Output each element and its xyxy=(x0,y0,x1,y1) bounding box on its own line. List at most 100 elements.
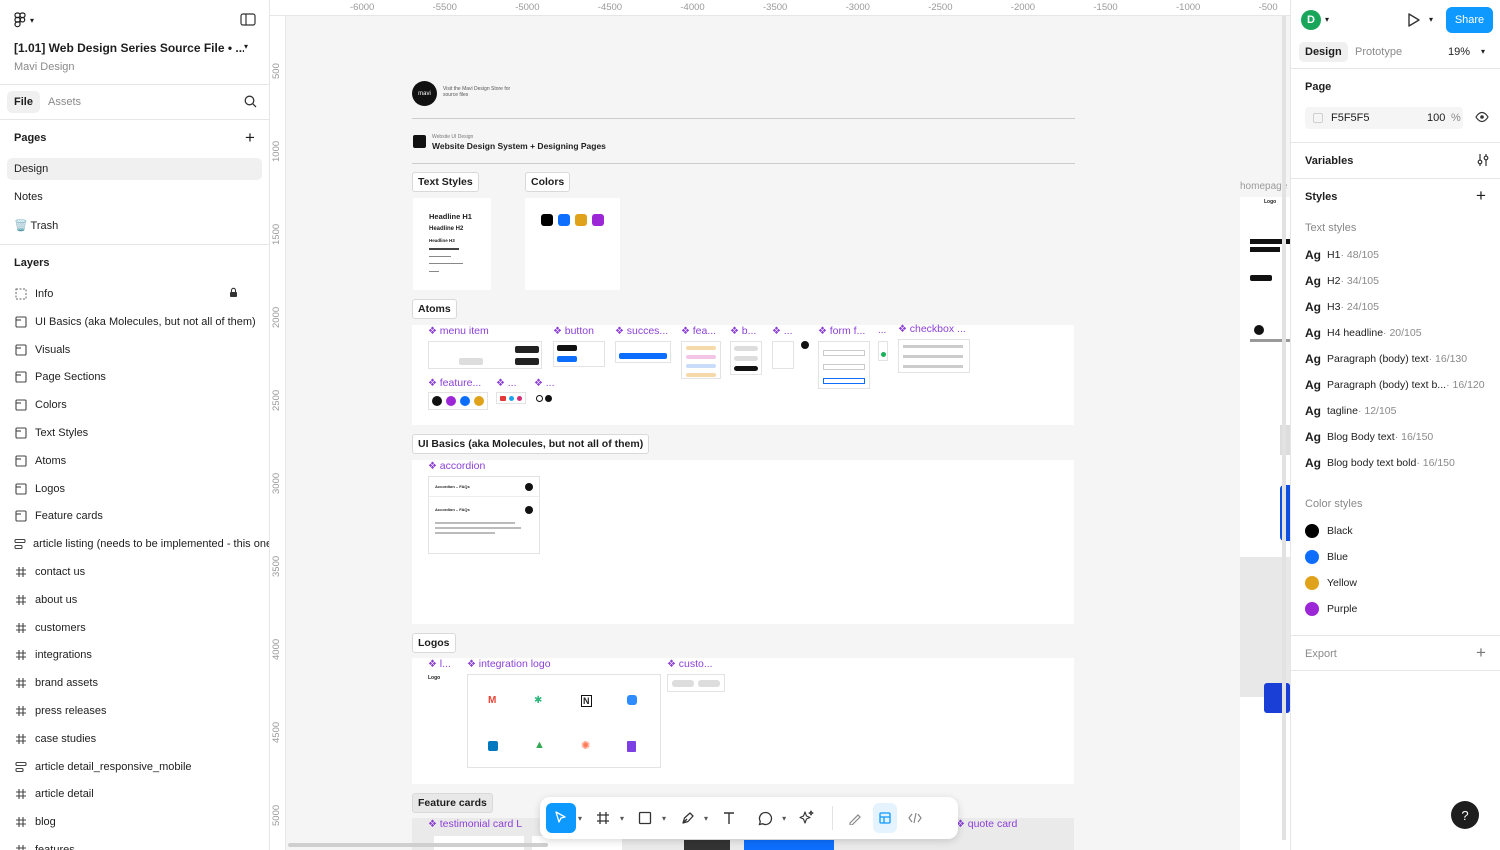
component-checkbox[interactable]: checkbox ... xyxy=(898,323,966,335)
component-integration-logo[interactable]: integration logo xyxy=(467,658,551,670)
layer-item[interactable]: Page Sections xyxy=(0,363,269,391)
design-mode-button[interactable] xyxy=(873,803,898,833)
draw-mode-button[interactable] xyxy=(843,803,867,833)
layer-item[interactable]: customers xyxy=(0,614,269,642)
checkbox-mini[interactable] xyxy=(878,341,888,361)
text-style-item[interactable]: Ag Blog body text bold · 16/150 xyxy=(1305,453,1455,473)
component-quote-card[interactable]: quote card xyxy=(956,818,1018,830)
component-accordion[interactable]: accordion xyxy=(428,460,486,472)
add-style-icon[interactable]: + xyxy=(1476,186,1486,206)
dev-mode-button[interactable] xyxy=(903,803,927,833)
text-style-item[interactable]: Ag H4 headline · 20/105 xyxy=(1305,323,1422,343)
layer-item[interactable]: brand assets xyxy=(0,669,269,697)
pen-tool[interactable] xyxy=(672,803,702,833)
customer-logo-preview[interactable] xyxy=(667,674,725,692)
layer-item[interactable]: about us xyxy=(0,586,269,614)
success-preview[interactable] xyxy=(615,341,671,363)
text-style-item[interactable]: Ag Paragraph (body) text · 16/130 xyxy=(1305,349,1467,369)
tab-assets[interactable]: Assets xyxy=(48,96,81,108)
comment-tool[interactable] xyxy=(750,803,780,833)
component-dots-b[interactable]: ... xyxy=(878,325,886,336)
layer-item[interactable]: case studies xyxy=(0,725,269,753)
icons-preview[interactable] xyxy=(534,392,556,404)
layer-item[interactable]: Feature cards xyxy=(0,502,269,530)
page-item-trash[interactable]: 🗑️ Trash xyxy=(14,219,58,232)
chevron-down-icon[interactable]: ▾ xyxy=(1481,47,1485,56)
homepage-frame-label[interactable]: homepage xyxy=(1240,181,1287,192)
section-label-text-styles[interactable]: Text Styles xyxy=(412,172,479,192)
integration-logo-preview[interactable]: M ✱ N ▲ ✺ xyxy=(467,674,661,768)
component-success[interactable]: succes... xyxy=(615,325,668,337)
icon-preview[interactable] xyxy=(801,341,809,349)
component-testimonial-card[interactable]: testimonial card L xyxy=(428,818,522,830)
color-style-item[interactable]: Blue xyxy=(1305,547,1348,567)
chevron-down-icon[interactable]: ▾ xyxy=(662,814,666,823)
chevron-down-icon[interactable]: ▾ xyxy=(620,814,624,823)
page-fill-field[interactable]: F5F5F5 100 % xyxy=(1305,107,1463,129)
tab-file[interactable]: File xyxy=(7,91,40,113)
component-button[interactable]: button xyxy=(553,325,594,337)
layer-item[interactable]: Atoms xyxy=(0,447,269,475)
social-preview[interactable] xyxy=(496,392,526,404)
layer-item[interactable]: Visuals xyxy=(0,336,269,364)
page-opacity-value[interactable]: 100 xyxy=(1427,112,1445,124)
present-play-icon[interactable] xyxy=(1407,12,1421,31)
component-icons[interactable]: ... xyxy=(534,377,555,389)
text-style-item[interactable]: Ag H1 · 48/105 xyxy=(1305,245,1379,265)
color-style-item[interactable]: Purple xyxy=(1305,599,1357,619)
component-b[interactable]: b... xyxy=(730,325,757,337)
layer-item[interactable]: article detail_responsive_mobile xyxy=(0,753,269,781)
colors-frame[interactable] xyxy=(525,198,620,290)
eye-icon[interactable] xyxy=(1475,111,1489,126)
export-header[interactable]: Export xyxy=(1305,648,1337,660)
search-icon[interactable] xyxy=(244,95,257,111)
page-item-design[interactable]: Design xyxy=(7,158,262,180)
tab-prototype[interactable]: Prototype xyxy=(1355,46,1402,58)
chevron-down-icon[interactable]: ▾ xyxy=(244,42,248,51)
fea-preview[interactable] xyxy=(681,341,721,379)
layer-item[interactable]: Text Styles xyxy=(0,419,269,447)
shape-tool[interactable] xyxy=(630,803,660,833)
vertical-scrollbar[interactable] xyxy=(1282,16,1286,840)
component-custo[interactable]: custo... xyxy=(667,658,713,670)
file-title[interactable]: [1.01] Web Design Series Source File • .… xyxy=(14,41,244,55)
layer-item[interactable]: UI Basics (aka Molecules, but not all of… xyxy=(0,308,269,336)
page-item-notes[interactable]: Notes xyxy=(14,191,43,203)
add-export-icon[interactable]: + xyxy=(1476,643,1486,663)
ai-tool[interactable] xyxy=(792,803,822,833)
variables-header[interactable]: Variables xyxy=(1305,155,1353,167)
text-style-item[interactable]: Ag Paragraph (body) text b... · 16/120 xyxy=(1305,375,1485,395)
chevron-down-icon[interactable]: ▾ xyxy=(1429,15,1433,24)
component-feature[interactable]: feature... xyxy=(428,377,481,389)
layer-item[interactable]: article listing (needs to be implemented… xyxy=(0,530,269,558)
layer-item[interactable]: contact us xyxy=(0,558,269,586)
chevron-down-icon[interactable]: ▾ xyxy=(578,814,582,823)
layer-item[interactable]: Logos xyxy=(0,475,269,503)
checkbox-preview[interactable] xyxy=(898,339,970,373)
text-styles-frame[interactable]: Headline H1 Headline H2 Headline H3 xyxy=(413,198,491,290)
mavi-logo[interactable]: mavi xyxy=(412,81,437,106)
component-social[interactable]: ... xyxy=(496,377,517,389)
accordion-preview[interactable]: Accordion – FAQs Accordion – FAQs xyxy=(428,476,540,554)
text-style-item[interactable]: Ag tagline · 12/105 xyxy=(1305,401,1396,421)
layer-item[interactable]: features xyxy=(0,836,269,850)
button-preview[interactable] xyxy=(553,341,605,367)
add-page-icon[interactable]: + xyxy=(245,128,255,148)
text-style-item[interactable]: Ag H3 · 24/105 xyxy=(1305,297,1379,317)
component-l[interactable]: l... xyxy=(428,658,451,670)
component-dots[interactable]: ... xyxy=(772,325,793,337)
menu-item-preview[interactable] xyxy=(428,341,542,369)
component-menu-item[interactable]: menu item xyxy=(428,325,489,337)
component-fea[interactable]: fea... xyxy=(681,325,716,337)
frame-tool[interactable] xyxy=(588,803,618,833)
section-label-feature-cards[interactable]: Feature cards xyxy=(412,793,493,813)
layer-item[interactable]: article detail xyxy=(0,780,269,808)
section-label-ui-basics[interactable]: UI Basics (aka Molecules, but not all of… xyxy=(412,434,650,454)
move-tool[interactable] xyxy=(546,803,576,833)
b-preview[interactable] xyxy=(730,341,762,375)
chevron-down-icon[interactable]: ▾ xyxy=(704,814,708,823)
layer-item[interactable]: blog xyxy=(0,808,269,836)
logo-preview[interactable]: Logo xyxy=(428,675,440,681)
color-swatch[interactable] xyxy=(1313,113,1323,123)
ui-basics-frame[interactable]: accordion Accordion – FAQs Accordion – F… xyxy=(412,460,1074,624)
